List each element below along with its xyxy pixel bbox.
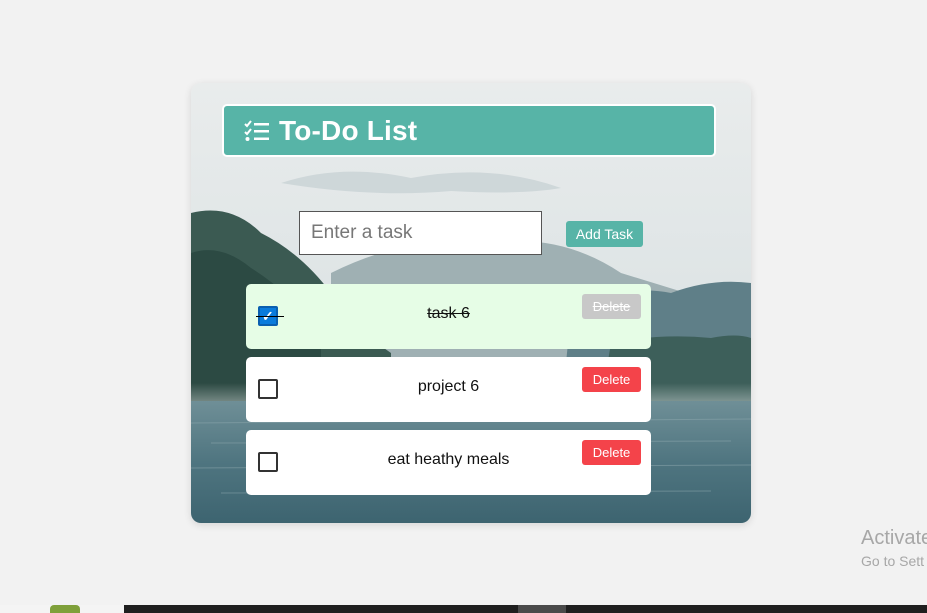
task-label: project 6 [417, 378, 480, 395]
delete-button[interactable]: Delete [582, 367, 641, 392]
task-item: eat heathy meals Delete [246, 430, 651, 495]
watermark-title: Activate [861, 527, 927, 549]
taskbar-active-app[interactable] [518, 605, 566, 613]
task-label: eat heathy meals [387, 451, 510, 468]
plant-icon [50, 605, 80, 613]
task-checkbox[interactable] [258, 379, 278, 399]
watermark-subtitle: Go to Sett [861, 553, 925, 569]
task-checkbox[interactable]: ✓ [256, 306, 284, 326]
checklist-icon [244, 119, 270, 142]
app-header: To-Do List [222, 104, 716, 157]
page: To-Do List Add Task ✓ task 6 Delete proj… [0, 0, 927, 613]
page-title: To-Do List [279, 114, 418, 146]
taskbar [0, 605, 927, 613]
task-input[interactable] [299, 211, 542, 255]
delete-button[interactable]: Delete [582, 294, 641, 319]
todo-card: To-Do List Add Task ✓ task 6 Delete proj… [191, 83, 751, 523]
strikethrough-line [256, 316, 284, 317]
task-checkbox[interactable] [258, 452, 278, 472]
delete-button[interactable]: Delete [582, 440, 641, 465]
task-label: task 6 [427, 305, 470, 322]
add-task-button[interactable]: Add Task [566, 221, 643, 247]
activation-watermark: Activate Go to Sett [861, 527, 927, 569]
task-item: project 6 Delete [246, 357, 651, 422]
task-item: ✓ task 6 Delete [246, 284, 651, 349]
